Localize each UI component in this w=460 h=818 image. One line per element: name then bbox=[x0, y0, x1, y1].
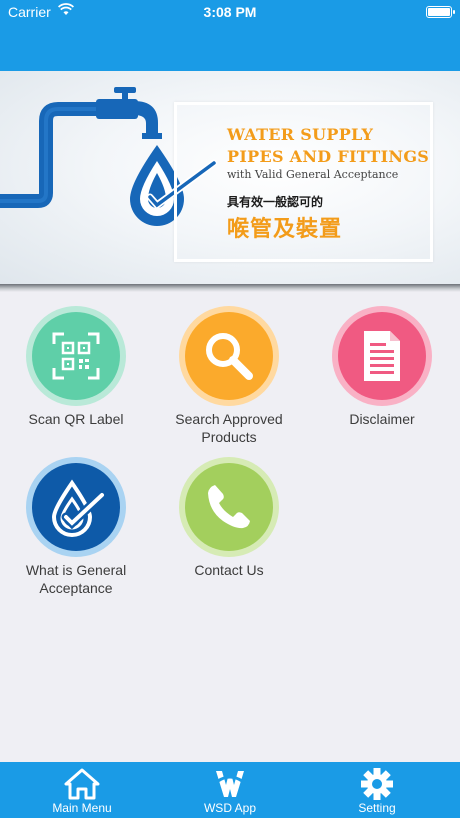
document-icon bbox=[364, 331, 400, 381]
tab-label: Main Menu bbox=[52, 801, 112, 815]
menu-label: Search Approved Products bbox=[175, 411, 283, 445]
tab-label: Setting bbox=[358, 801, 396, 815]
qr-scan-icon bbox=[52, 332, 100, 380]
gear-icon bbox=[361, 768, 393, 800]
app-banner: WATER SUPPLY PIPES AND FITTINGS with Val… bbox=[0, 71, 460, 285]
banner-title-line2: PIPES AND FITTINGS bbox=[227, 147, 430, 166]
home-icon bbox=[64, 768, 100, 800]
menu-circle bbox=[26, 457, 126, 557]
tab-main-menu[interactable]: Main Menu bbox=[22, 762, 142, 818]
menu-circle bbox=[179, 457, 279, 557]
tab-setting[interactable]: Setting bbox=[317, 762, 437, 818]
menu-label: What is General Acceptance bbox=[25, 562, 127, 596]
menu-label: Scan QR Label bbox=[28, 411, 124, 427]
tab-wsd-app[interactable]: WSD App bbox=[170, 762, 290, 818]
banner-chinese-subtitle: 具有效一般認可的 bbox=[227, 195, 324, 209]
battery-icon bbox=[426, 6, 455, 18]
menu-circle bbox=[332, 306, 432, 406]
menu-circle bbox=[26, 306, 126, 406]
menu-circle bbox=[179, 306, 279, 406]
banner-shadow bbox=[0, 284, 460, 292]
menu-label: Disclaimer bbox=[349, 411, 415, 427]
water-drop-icon bbox=[51, 479, 107, 537]
wsd-logo-icon bbox=[216, 771, 244, 797]
banner-title-box: WATER SUPPLY PIPES AND FITTINGS with Val… bbox=[174, 102, 433, 262]
banner-chinese-title: 喉管及裝置 bbox=[227, 217, 343, 242]
phone-icon bbox=[208, 485, 250, 529]
tab-bar: Main Menu WSD App Setting bbox=[0, 762, 460, 818]
menu-label: Contact Us bbox=[194, 562, 264, 578]
banner-title-line1: WATER SUPPLY bbox=[227, 125, 374, 144]
clock: 3:08 PM bbox=[203, 4, 257, 20]
status-bar: Carrier 3:08 PM bbox=[0, 0, 460, 24]
banner-subtitle: with Valid General Acceptance bbox=[227, 168, 399, 181]
navigation-bar bbox=[0, 24, 460, 71]
magnifier-icon bbox=[206, 333, 253, 380]
tab-label: WSD App bbox=[203, 801, 257, 815]
